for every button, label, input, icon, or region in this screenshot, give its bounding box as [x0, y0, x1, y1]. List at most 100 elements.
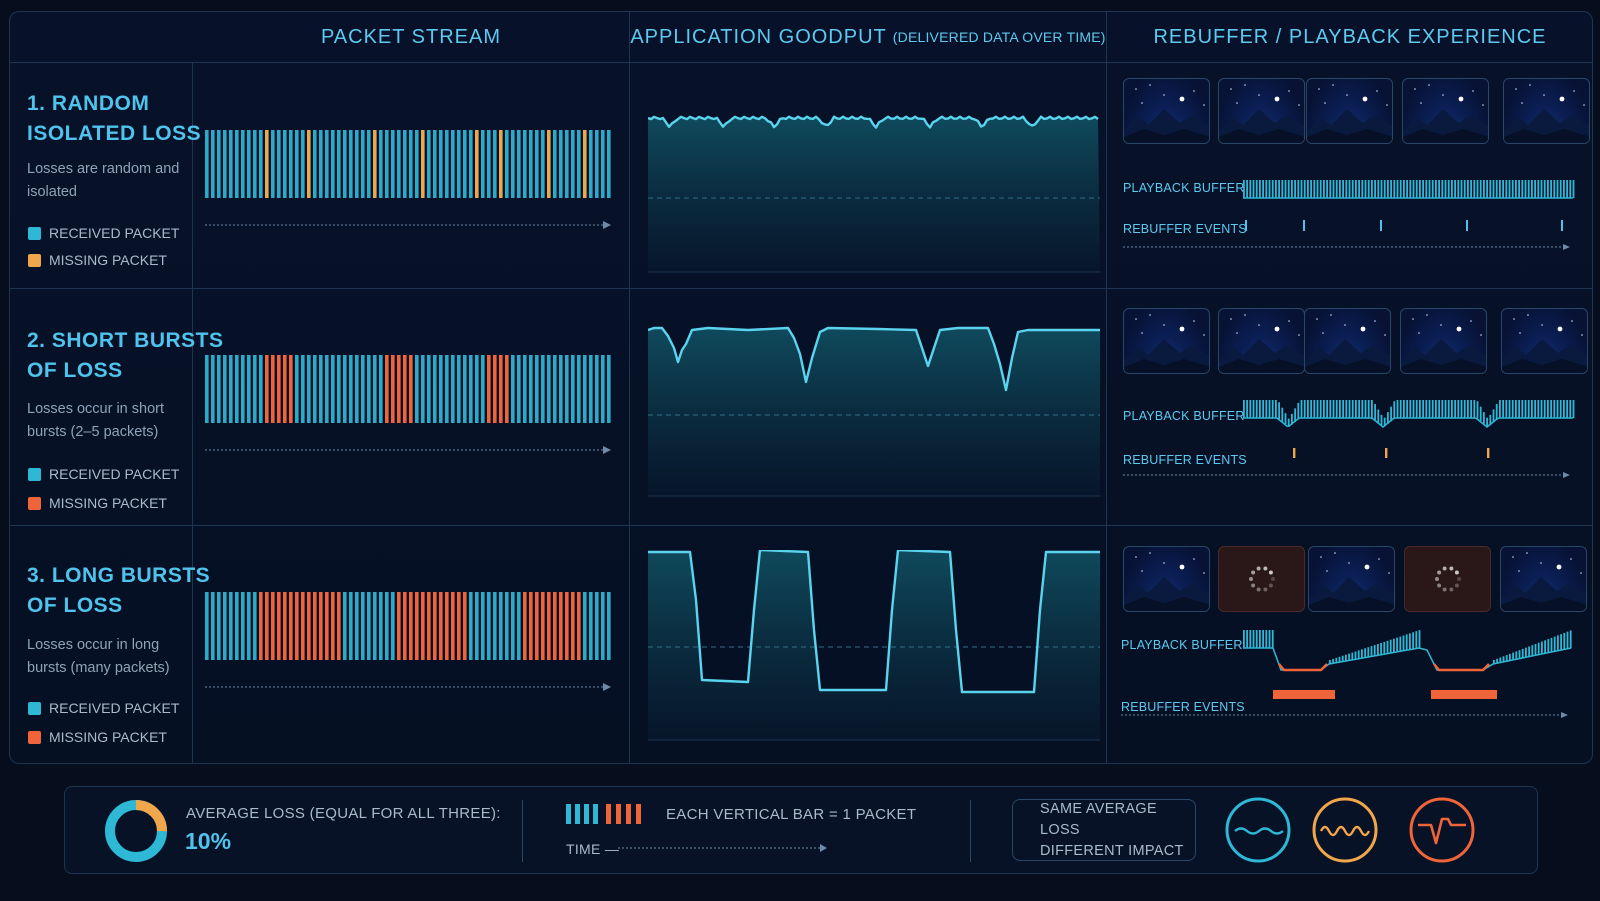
buffer-tick	[1335, 180, 1338, 198]
buffer-tick	[1275, 400, 1277, 418]
spinner-dot	[1263, 587, 1268, 592]
missing-packet	[451, 592, 455, 660]
received-packet	[205, 355, 209, 423]
buffer-tick	[1531, 400, 1533, 418]
row-title: 3. LONG BURSTS OF LOSS	[27, 564, 211, 617]
buffer-tick	[1515, 400, 1517, 418]
buffer-tick	[1569, 400, 1572, 418]
star	[1193, 320, 1195, 322]
buffer-tick	[1457, 180, 1460, 198]
missing-packet	[289, 355, 293, 423]
buffer-tick	[1297, 180, 1300, 198]
missing-packet	[457, 592, 461, 660]
buffer-tick	[1572, 400, 1575, 418]
buffer-tick	[1271, 400, 1274, 418]
night-landscape-image	[1219, 314, 1304, 373]
legend-swatch	[28, 730, 41, 744]
divider	[522, 800, 523, 862]
buffer-tick	[1454, 400, 1456, 418]
received-packet	[223, 355, 227, 423]
buffer-tick	[1541, 641, 1543, 655]
missing-packet	[307, 592, 311, 660]
received-packet	[259, 355, 263, 423]
buffer-tick	[1351, 652, 1354, 661]
stall-segment	[1278, 663, 1328, 672]
received-packet	[289, 130, 293, 198]
received-packet	[367, 592, 371, 660]
missing-packet	[421, 592, 425, 660]
missing-packet	[487, 355, 491, 423]
buffer-tick	[1367, 180, 1370, 198]
buffer-tick	[1528, 646, 1530, 657]
night-landscape-image	[1307, 84, 1392, 143]
buffer-tick	[1380, 642, 1382, 655]
star	[1581, 334, 1583, 336]
received-packet	[469, 592, 473, 660]
impact-line: SAME AVERAGE LOSS	[1040, 800, 1157, 838]
buffer-tick	[1300, 400, 1303, 418]
buffer-tick	[1351, 180, 1354, 198]
star	[1203, 572, 1205, 574]
spinner-dot	[1268, 570, 1273, 575]
missing-packet	[523, 592, 527, 660]
star	[1519, 332, 1521, 334]
buffer-tick	[1566, 400, 1568, 418]
buffer-tick	[1566, 180, 1568, 198]
buffer-tick	[1569, 180, 1572, 198]
received-packet	[211, 592, 215, 660]
star	[1149, 84, 1151, 86]
buffer-tick	[1489, 180, 1492, 198]
buffer-tick	[1508, 180, 1511, 198]
loading-spinner-icon	[1435, 566, 1461, 592]
received-packet	[493, 130, 497, 198]
buffer-tick	[1281, 407, 1284, 422]
spinner-dot	[1249, 577, 1253, 581]
buffer-tick	[1534, 400, 1536, 418]
received-packet	[553, 355, 557, 423]
received-packet	[535, 355, 539, 423]
received-packet	[235, 130, 239, 198]
legend-received: RECEIVED PACKET	[28, 225, 179, 241]
received-packet	[577, 130, 581, 198]
star	[1384, 334, 1386, 336]
received-packet	[325, 355, 329, 423]
buffer-tick	[1534, 644, 1537, 656]
buffer-tick	[1278, 180, 1280, 198]
buffer-tick	[1559, 180, 1562, 198]
buffer-tick	[1425, 400, 1428, 418]
divider	[9, 288, 1593, 289]
star	[1141, 570, 1143, 572]
buffer-tick	[1473, 400, 1476, 418]
missing-packet	[475, 130, 479, 198]
received-packet	[427, 355, 431, 423]
moon	[1360, 326, 1366, 332]
buffer-tick	[1534, 180, 1536, 198]
goodput-line	[648, 550, 1100, 694]
buffer-tick	[1361, 400, 1364, 418]
received-packet	[547, 355, 551, 423]
buffer-tick	[1483, 412, 1485, 424]
avg-loss-label: AVERAGE LOSS (EQUAL FOR ALL THREE):	[186, 805, 501, 822]
received-packet	[601, 592, 605, 660]
rebuffer-event	[1385, 448, 1388, 458]
buffer-tick	[1515, 651, 1518, 660]
received-packet	[397, 130, 401, 198]
bar-legend: EACH VERTICAL BAR = 1 PACKET	[666, 806, 917, 823]
star	[1244, 84, 1246, 86]
buffer-tick	[1415, 180, 1418, 198]
star	[1334, 552, 1336, 554]
received-packet	[595, 592, 599, 660]
impact-line: DIFFERENT IMPACT	[1040, 842, 1184, 859]
moon	[1274, 326, 1280, 332]
buffer-tick	[1486, 180, 1488, 198]
received-packet	[211, 355, 215, 423]
received-packet	[241, 592, 245, 660]
star	[1518, 570, 1520, 572]
night-landscape-image	[1305, 314, 1390, 373]
star	[1442, 94, 1444, 96]
buffer-tick	[1438, 400, 1440, 418]
buffer-tick	[1399, 400, 1402, 418]
star	[1236, 102, 1238, 104]
star	[1515, 88, 1517, 90]
received-packet	[373, 355, 377, 423]
